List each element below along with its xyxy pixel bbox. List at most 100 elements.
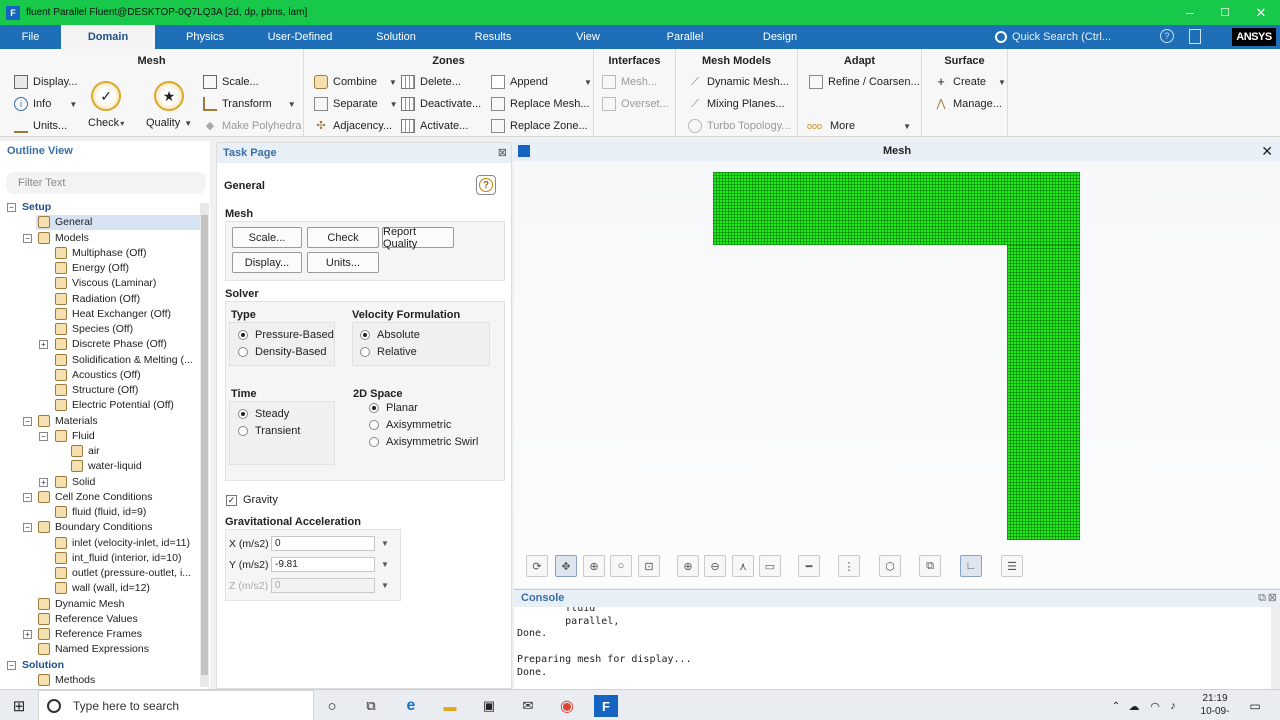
tree-item[interactable]: outlet (pressure-outlet, i... <box>0 566 200 581</box>
edge-icon[interactable]: e <box>399 694 423 718</box>
console-maximize-icon[interactable]: ⧉ <box>1258 590 1266 607</box>
zones-activate-button[interactable]: Activate... <box>401 119 468 133</box>
notes-icon[interactable] <box>1189 29 1201 44</box>
tree-item[interactable]: Electric Potential (Off) <box>0 398 200 413</box>
notification-icon[interactable]: ▭ <box>1243 694 1267 718</box>
radio-axisymmetric-swirl[interactable]: Axisymmetric Swirl <box>369 436 478 448</box>
radio-axisymmetric[interactable]: Axisymmetric <box>369 419 451 431</box>
tree-item[interactable]: water-liquid <box>0 459 200 474</box>
mesh-scale-button[interactable]: Scale... <box>203 75 259 89</box>
tree-item[interactable]: + Solid <box>0 475 200 490</box>
report-quality-button[interactable]: Report Quality <box>382 226 454 250</box>
tree-item[interactable]: Acoustics (Off) <box>0 368 200 383</box>
radio-relative[interactable]: Relative <box>360 346 417 358</box>
layout-icon[interactable]: ⧉ <box>919 555 941 577</box>
volume-icon[interactable]: ♪ <box>1161 694 1185 718</box>
replace-mesh-button[interactable]: Replace Mesh... <box>491 97 589 111</box>
zoom-out-icon[interactable]: ⊖ <box>704 555 726 577</box>
annotate-icon[interactable]: ☰ <box>1001 555 1023 577</box>
mesh-info-button[interactable]: i Info ▼ <box>14 97 77 111</box>
minimize-button[interactable]: – <box>1172 0 1208 25</box>
axis-triad-icon[interactable]: ∟ <box>960 555 982 577</box>
surface-manage-button[interactable]: ⋀ Manage... <box>934 97 1001 111</box>
filter-text-input[interactable]: Filter Text <box>6 172 206 194</box>
zones-adjacency-button[interactable]: ✣ Adjacency... <box>314 119 392 133</box>
tree-item[interactable]: Energy (Off) <box>0 261 200 276</box>
axes-icon[interactable]: ⋏ <box>732 555 754 577</box>
replace-zone-button[interactable]: Replace Zone... <box>491 119 588 133</box>
make-polyhedra-button[interactable]: ◆ Make Polyhedra <box>203 119 302 133</box>
scale-button[interactable]: Scale... <box>232 227 302 248</box>
menu-file[interactable]: File <box>8 25 53 49</box>
expand-icon[interactable]: + <box>39 340 48 350</box>
tree-item[interactable]: General <box>36 215 200 231</box>
collapse-icon[interactable]: − <box>7 203 16 212</box>
tree-item[interactable]: − Boundary Conditions <box>0 520 200 535</box>
zoom-in-icon[interactable]: ⊕ <box>677 555 699 577</box>
mesh-check-button[interactable]: ✓ Check▾ <box>88 81 124 129</box>
zones-delete-button[interactable]: Delete... <box>401 75 461 89</box>
quick-search[interactable]: Quick Search (Ctrl... <box>995 28 1143 46</box>
tree-item[interactable]: − Materials <box>0 414 200 429</box>
turbo-topology-button[interactable]: Turbo Topology... <box>688 119 791 133</box>
tree-item[interactable]: − Fluid <box>0 429 200 444</box>
radio-planar[interactable]: Planar <box>369 402 418 414</box>
tree-item[interactable]: inlet (velocity-inlet, id=11) <box>0 536 200 551</box>
windows-start-icon[interactable]: ⊞ <box>7 694 31 718</box>
console-output[interactable]: fluid parallel, Done. Preparing mesh for… <box>514 603 1280 679</box>
cortana-icon[interactable]: ○ <box>320 694 344 718</box>
tree-item[interactable]: + Discrete Phase (Off) <box>0 337 200 352</box>
mesh-quality-button[interactable]: ★ Quality ▼ <box>146 81 192 129</box>
zones-append-button[interactable]: Append ▼ <box>491 75 592 89</box>
menu-parallel[interactable]: Parallel <box>650 25 720 49</box>
mesh-units-button[interactable]: Units... <box>14 119 67 133</box>
menu-results[interactable]: Results <box>460 25 526 49</box>
zones-deactivate-button[interactable]: Deactivate... <box>401 97 481 111</box>
zones-combine-button[interactable]: Combine ▼ <box>314 75 397 89</box>
outline-scrollbar[interactable] <box>200 203 209 687</box>
tree-item[interactable]: Species (Off) <box>0 322 200 337</box>
tree-item[interactable]: − Solution <box>0 658 200 673</box>
gravity-checkbox[interactable]: ✓ Gravity <box>226 494 278 506</box>
zones-separate-button[interactable]: Separate ▼ <box>314 97 398 111</box>
collapse-icon[interactable]: − <box>39 431 48 441</box>
surface-create-button[interactable]: + Create ▼ <box>934 75 1006 89</box>
mail-icon[interactable]: ✉ <box>516 694 540 718</box>
adapt-more-button[interactable]: ooo More ▼ <box>807 119 911 133</box>
zoom-window-icon[interactable]: ⊡ <box>638 555 660 577</box>
tree-item[interactable]: Methods <box>0 673 200 688</box>
gravity-y-input[interactable]: -9.81 <box>271 557 375 572</box>
display-button[interactable]: Display... <box>232 252 302 273</box>
zoom-icon[interactable]: ○ <box>610 555 632 577</box>
tree-item[interactable]: − Setup <box>0 200 200 215</box>
radio-pressure-based[interactable]: Pressure-Based <box>238 329 334 341</box>
radio-steady[interactable]: Steady <box>238 408 289 420</box>
interfaces-mesh-button[interactable]: Mesh... <box>602 75 657 89</box>
task-view-icon[interactable]: ⧉ <box>359 694 383 718</box>
chevron-down-icon[interactable]: ▼ <box>381 539 389 548</box>
close-button[interactable]: ✕ <box>1243 0 1279 25</box>
menu-design[interactable]: Design <box>750 25 810 49</box>
menu-domain[interactable]: Domain <box>61 25 155 49</box>
probe-icon[interactable]: ━ <box>798 555 820 577</box>
console-scrollbar[interactable] <box>1271 607 1280 690</box>
help-button[interactable]: ? <box>476 175 496 195</box>
taskbar-clock[interactable]: 21:19 10-09-2019 <box>1190 692 1240 720</box>
collapse-icon[interactable]: − <box>23 416 32 426</box>
view-cube-icon[interactable]: ⬡ <box>879 555 901 577</box>
menu-solution[interactable]: Solution <box>362 25 430 49</box>
menu-physics[interactable]: Physics <box>170 25 240 49</box>
tree-item[interactable]: Heat Exchanger (Off) <box>0 307 200 322</box>
tree-item[interactable]: Solidification & Melting (... <box>0 353 200 368</box>
menu-view[interactable]: View <box>562 25 614 49</box>
check-button[interactable]: Check <box>307 227 379 248</box>
fit-window-icon[interactable]: ▭ <box>759 555 781 577</box>
mesh-transform-button[interactable]: Transform ▼ <box>203 97 296 111</box>
ruler-icon[interactable]: ⋮ <box>838 555 860 577</box>
graphics-canvas[interactable] <box>514 161 1280 588</box>
pan-icon[interactable]: ✥ <box>555 555 577 577</box>
radio-absolute[interactable]: Absolute <box>360 329 420 341</box>
taskbar-search[interactable]: Type here to search <box>38 690 314 720</box>
tree-item[interactable]: Named Expressions <box>0 642 200 657</box>
tree-item[interactable]: Multiphase (Off) <box>0 246 200 261</box>
